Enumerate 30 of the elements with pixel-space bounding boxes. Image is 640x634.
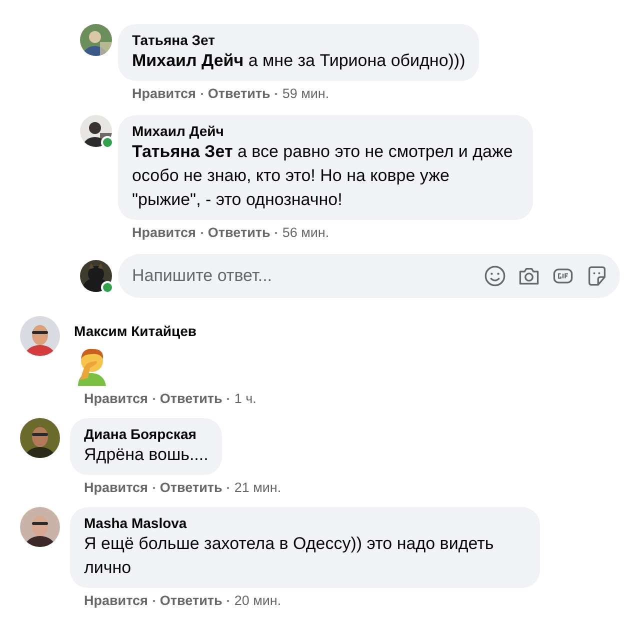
- author-name[interactable]: Михаил Дейч: [132, 122, 519, 140]
- like-link[interactable]: Нравится: [84, 390, 148, 408]
- comment-text: Михаил Дейч а мне за Тириона обидно))): [132, 50, 466, 72]
- author-name[interactable]: Татьяна Зет: [132, 31, 466, 49]
- reply-field[interactable]: Напишите ответ...: [118, 254, 620, 298]
- timestamp: 59 мин.: [282, 85, 330, 103]
- reply-link[interactable]: Ответить: [160, 479, 222, 497]
- comment-text: Татьяна Зет а все равно это не смотрел и даже особо не знаю, кто это! Но на ковре уже "рыжие", - это однозначно!: [132, 141, 514, 211]
- like-link[interactable]: Нравится: [132, 224, 196, 242]
- like-link[interactable]: Нравится: [84, 592, 148, 610]
- author-name[interactable]: Максим Китайцев: [74, 322, 196, 340]
- timestamp: 21 мин.: [234, 479, 282, 497]
- timestamp: 20 мин.: [234, 592, 282, 610]
- reply-link[interactable]: Ответить: [208, 224, 270, 242]
- emoji-icon[interactable]: [484, 265, 506, 287]
- reply-link[interactable]: Ответить: [160, 592, 222, 610]
- timestamp: 1 ч.: [234, 390, 256, 408]
- author-name[interactable]: Masha Maslova: [84, 514, 526, 532]
- comment-text: Ядрёна вошь....: [84, 444, 208, 466]
- reply-link[interactable]: Ответить: [208, 85, 270, 103]
- author-name[interactable]: Диана Боярская: [84, 425, 208, 443]
- online-status-icon: [101, 136, 114, 149]
- camera-icon[interactable]: [518, 265, 540, 287]
- sticker-icon[interactable]: [586, 265, 608, 287]
- timestamp: 56 мин.: [282, 224, 330, 242]
- like-link[interactable]: Нравится: [84, 479, 148, 497]
- reply-link[interactable]: Ответить: [160, 390, 222, 408]
- like-link[interactable]: Нравится: [132, 85, 196, 103]
- comment-text: Я ещё больше захотела в Одессу)) это надо видеть лично: [84, 533, 495, 579]
- online-status-icon: [101, 281, 114, 294]
